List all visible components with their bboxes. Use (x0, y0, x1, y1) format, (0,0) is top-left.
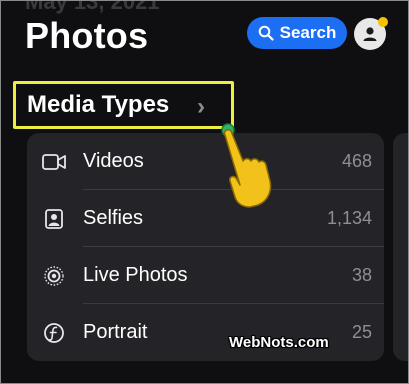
list-item-count: 468 (341, 151, 372, 171)
list-item-count: 25 (351, 322, 372, 342)
list-item-label: Selfies (83, 207, 144, 229)
portrait-icon (41, 322, 67, 344)
search-button-label: Search (279, 23, 337, 42)
pointing-hand-icon (221, 123, 272, 208)
list-item-count: 1,134 (326, 208, 372, 228)
scrolled-date-header: May 13, 2021 (25, 0, 160, 14)
list-item-videos[interactable]: Videos 468 (27, 133, 384, 190)
media-types-header[interactable]: Media Types (27, 91, 169, 119)
selfie-icon (41, 208, 67, 230)
media-types-list: Videos 468 Selfies 1,134 Live Photos 38 … (27, 133, 384, 361)
list-item-selfies[interactable]: Selfies 1,134 (27, 190, 384, 247)
list-item-label: Videos (83, 150, 144, 172)
list-item-label: Live Photos (83, 264, 188, 286)
watermark: WebNots.com (229, 334, 329, 351)
person-icon (363, 27, 377, 41)
list-item-portrait[interactable]: Portrait 25 (27, 304, 384, 361)
photos-app-screen: May 13, 2021 Photos Search Media Types ›… (0, 0, 409, 384)
search-button[interactable]: Search (247, 17, 347, 49)
live-photos-icon (41, 265, 67, 287)
account-avatar[interactable] (354, 17, 388, 50)
notification-dot (378, 17, 388, 27)
list-item-live-photos[interactable]: Live Photos 38 (27, 247, 384, 304)
page-title: Photos (25, 15, 149, 56)
list-item-label: Portrait (83, 321, 148, 343)
chevron-right-icon[interactable]: › (197, 93, 205, 121)
video-icon (41, 151, 67, 173)
list-item-count: 38 (351, 265, 372, 285)
next-card-edge (393, 133, 408, 361)
search-icon (258, 25, 274, 41)
